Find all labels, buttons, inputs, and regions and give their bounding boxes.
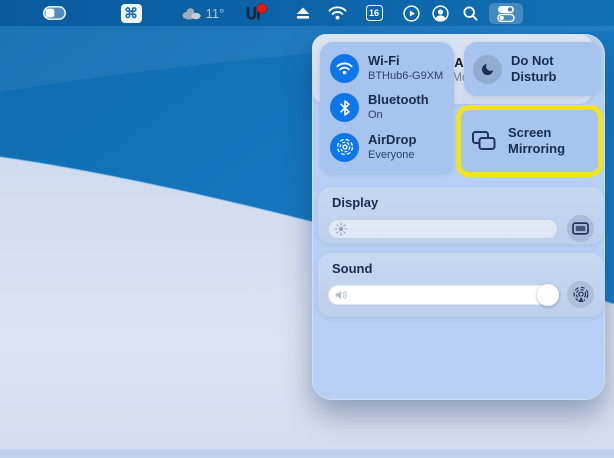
control-center-panel: Wi-Fi BTHub6-G9XM Bluetooth On [312,34,605,400]
moon-icon [473,55,502,84]
airdrop-icon [330,133,359,162]
bluetooth-icon [330,93,359,122]
volume-slider[interactable] [328,285,558,305]
search-icon[interactable] [462,0,478,26]
weather-cloud-icon[interactable] [181,0,201,26]
bluetooth-row[interactable]: Bluetooth On [330,93,450,122]
airdrop-row[interactable]: AirDrop Everyone [330,133,450,162]
speaker-icon [334,288,348,302]
brightness-slider[interactable] [328,219,558,239]
wifi-label: Wi-Fi [368,54,443,69]
recording-app-icon[interactable] [245,0,269,26]
screen-mirroring-icon [471,129,498,153]
connectivity-group: Wi-Fi BTHub6-G9XM Bluetooth On [320,42,454,174]
wifi-menubar-icon[interactable] [327,0,347,26]
screen-mirroring-label: Screen Mirroring [508,125,592,158]
do-not-disturb-label: Do Not Disturb [511,53,595,86]
wifi-row[interactable]: Wi-Fi BTHub6-G9XM [330,54,450,83]
do-not-disturb-tile[interactable]: Do Not Disturb [464,42,601,96]
airplay-audio-button[interactable] [567,281,594,308]
screen-mirroring-tile[interactable]: Screen Mirroring [456,105,603,177]
toggle-switch-icon[interactable] [42,0,66,26]
desktop: ⌘ 11° [0,0,614,458]
user-account-icon[interactable] [431,0,449,26]
airdrop-label: AirDrop [368,133,416,148]
menu-bar: ⌘ 11° [0,0,614,26]
sound-module: Sound [318,253,604,317]
brightness-icon [334,222,348,236]
calendar-icon[interactable]: 16 [365,0,383,26]
wifi-icon [330,54,359,83]
bluetooth-label: Bluetooth [368,93,429,108]
display-module: Display [318,187,604,244]
control-center-icon[interactable] [488,0,524,26]
bluetooth-status: On [368,109,429,122]
command-key-icon[interactable]: ⌘ [120,0,142,26]
sound-label: Sound [332,261,604,276]
eject-icon[interactable] [295,0,311,26]
wifi-network: BTHub6-G9XM [368,70,443,83]
display-label: Display [332,195,604,210]
display-settings-button[interactable] [567,215,594,242]
play-circle-icon[interactable] [402,0,420,26]
temperature-label[interactable]: 11° [202,0,228,26]
airdrop-status: Everyone [368,149,416,162]
volume-knob[interactable] [537,284,559,306]
